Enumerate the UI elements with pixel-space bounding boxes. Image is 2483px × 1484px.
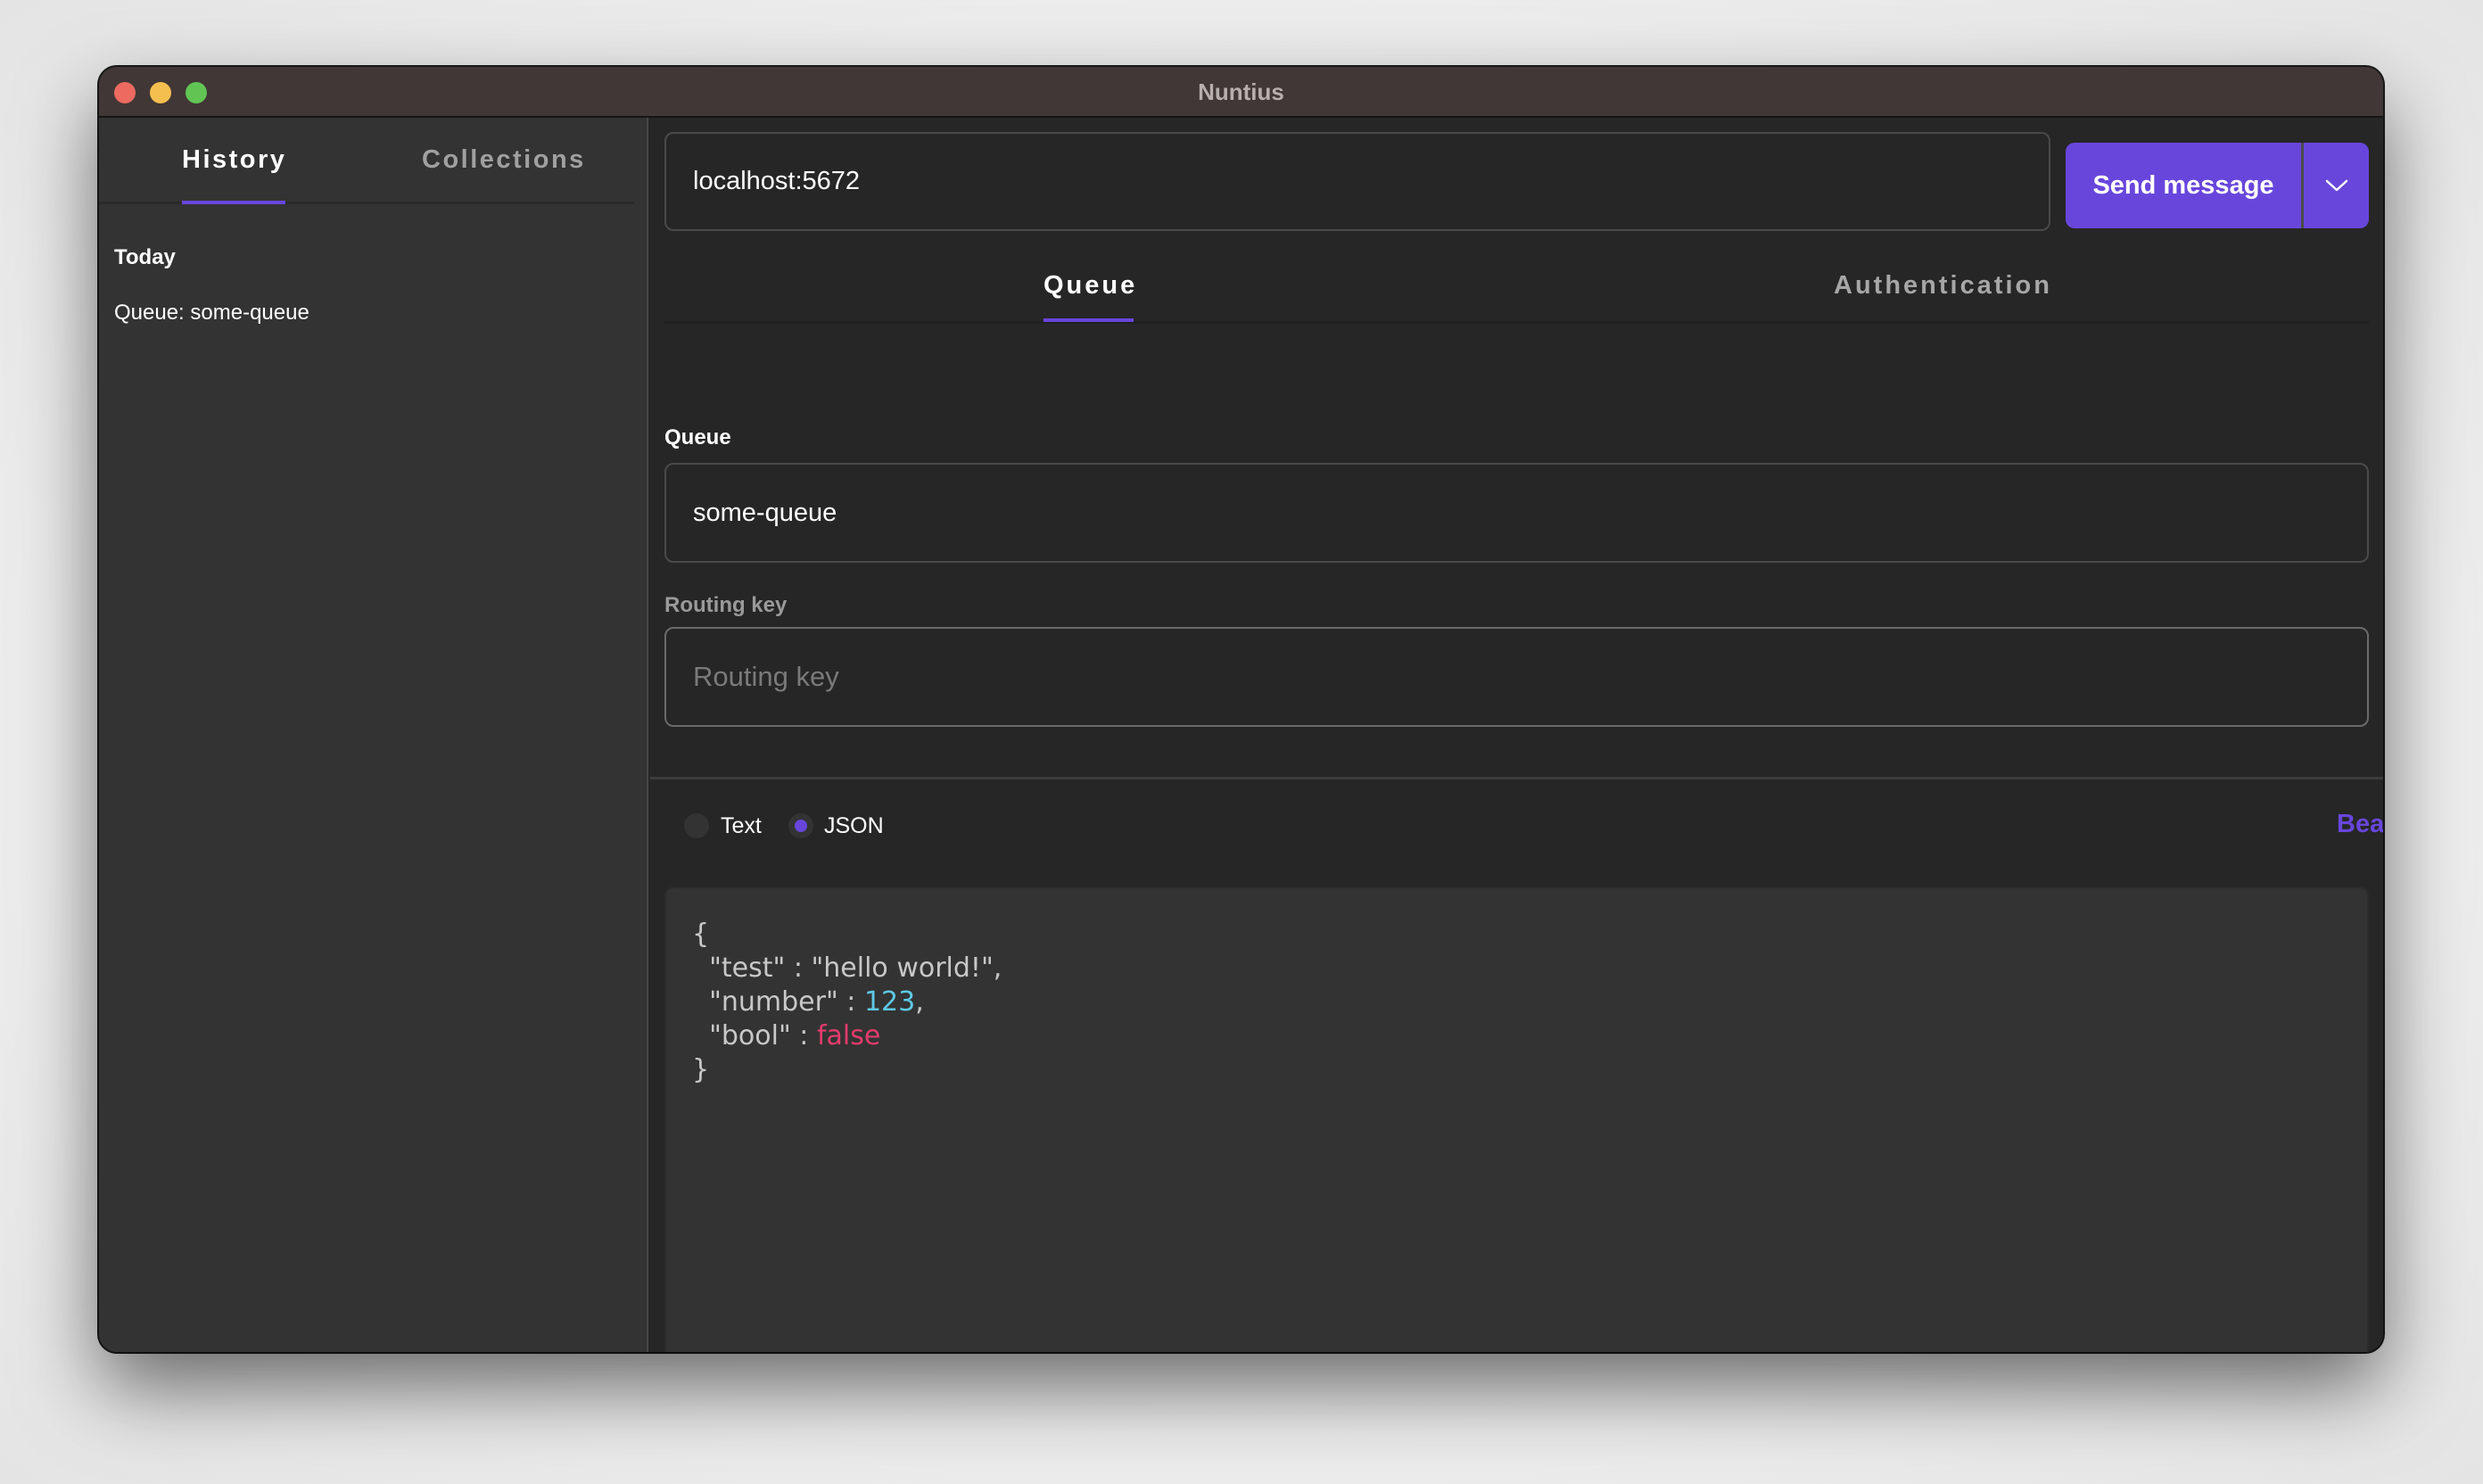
code-punctuation: ,	[915, 986, 924, 1018]
sidebar: History Collections Today Queue: some-qu…	[99, 118, 648, 1352]
code-value: 123	[863, 986, 916, 1018]
message-body-editor[interactable]: { "test" : "hello world!", "number" : 12…	[664, 886, 2369, 1352]
format-radio-json[interactable]	[788, 813, 813, 838]
queue-label: Queue	[664, 425, 731, 449]
chevron-down-icon	[2325, 179, 2347, 192]
request-tabs: Queue Authentication	[664, 235, 2369, 324]
beautify-button[interactable]: Beautify	[2337, 810, 2383, 839]
sidebar-tab-collections[interactable]: Collections	[422, 145, 586, 175]
code-value: false	[816, 1020, 881, 1051]
code-line: {	[692, 918, 2369, 952]
code-line: "bool" : false	[692, 1019, 2369, 1053]
main-panel: Send message Queue Authentication Queue …	[650, 118, 2383, 1352]
sidebar-tab-history[interactable]: History	[182, 145, 286, 175]
format-label-text[interactable]: Text	[721, 813, 762, 839]
code-line: "number" : 123,	[692, 985, 2369, 1019]
section-divider	[650, 777, 2383, 779]
routing-key-label: Routing key	[664, 593, 788, 617]
url-input[interactable]	[664, 132, 2050, 231]
body-format-selector: Text JSON Beautify	[650, 810, 2383, 863]
routing-key-input[interactable]	[664, 627, 2369, 727]
code-key: "bool"	[709, 1020, 791, 1051]
title-bar: Nuntius	[99, 67, 2383, 118]
code-value: {	[692, 919, 710, 950]
code-separator: :	[837, 986, 864, 1018]
format-radio-text[interactable]	[684, 813, 709, 838]
send-button-group: Send message	[2066, 143, 2369, 228]
sidebar-tab-active-indicator	[182, 201, 285, 204]
radio-selected-dot	[795, 820, 807, 832]
code-line: }	[692, 1053, 2369, 1087]
code-separator: :	[785, 952, 812, 984]
history-item[interactable]: Queue: some-queue	[114, 301, 309, 326]
tab-authentication[interactable]: Authentication	[1834, 271, 2052, 301]
queue-input[interactable]	[664, 463, 2369, 563]
code-separator: :	[790, 1020, 817, 1051]
code-punctuation: ,	[993, 952, 1002, 984]
window-title: Nuntius	[1198, 78, 1284, 105]
code-line: "test" : "hello world!",	[692, 952, 2369, 985]
sidebar-tabs: History Collections	[99, 118, 634, 204]
send-message-button[interactable]: Send message	[2066, 143, 2304, 228]
tab-active-indicator	[1044, 318, 1134, 322]
tab-queue[interactable]: Queue	[1044, 271, 1137, 301]
code-value: "hello world!"	[811, 952, 994, 984]
code-key: "test"	[709, 952, 786, 984]
app-window: Nuntius History Collections Today Queue:…	[99, 67, 2383, 1352]
history-group-label: Today	[114, 245, 176, 269]
format-label-json[interactable]: JSON	[824, 813, 884, 839]
send-options-dropdown-button[interactable]	[2304, 143, 2369, 228]
code-value: }	[692, 1054, 710, 1085]
code-key: "number"	[709, 986, 838, 1018]
